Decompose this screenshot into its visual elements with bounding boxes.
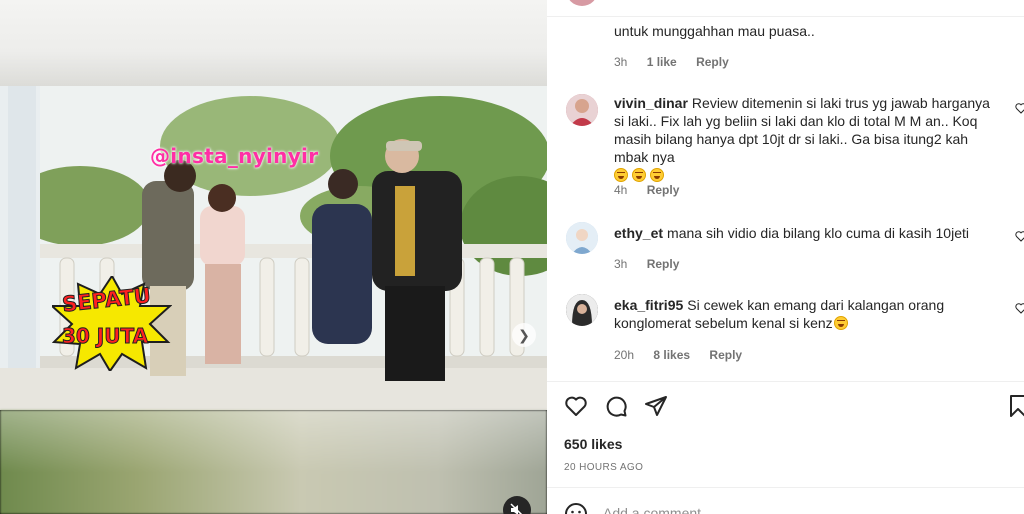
comment-username[interactable]: ethy_et: [614, 225, 663, 241]
chevron-right-icon: ❯: [518, 326, 530, 343]
comment-time: 4h: [614, 183, 628, 197]
comment-meta: 3h 1 like Reply: [614, 55, 745, 69]
comment-text: mana sih vidio dia bilang klo cuma di ka…: [667, 225, 969, 241]
add-comment-input[interactable]: [603, 503, 983, 514]
comment-body: eka_fitri95 Si cewek kan emang dari kalan…: [614, 296, 990, 332]
blurred-background-top: [0, 0, 547, 86]
speaker-muted-icon: [510, 503, 523, 514]
avatar[interactable]: [566, 0, 598, 6]
comment-likes-link[interactable]: 8 likes: [653, 348, 690, 362]
comment-meta: 4h Reply: [614, 183, 695, 197]
sticker-badge: SEPATU 30 JUTA: [52, 276, 172, 371]
blurred-background-bottom: [0, 410, 547, 514]
comment-body: ethy_et mana sih vidio dia bilang klo cum…: [614, 224, 990, 242]
comment-bubble-icon[interactable]: [604, 394, 628, 418]
smiley-icon[interactable]: [564, 502, 588, 514]
post-timestamp[interactable]: 20 HOURS AGO: [564, 462, 643, 473]
reply-button[interactable]: Reply: [647, 257, 680, 271]
video-frame[interactable]: @insta_nyinyir SEPATU 30 JUTA ❯: [0, 86, 547, 410]
bookmark-icon[interactable]: [1006, 394, 1024, 418]
divider: [547, 487, 1024, 488]
avatar[interactable]: [566, 222, 598, 254]
comment-username[interactable]: eka_fitri95: [614, 297, 683, 313]
comment-username[interactable]: vivin_dinar: [614, 95, 688, 111]
like-comment-heart-icon[interactable]: [1015, 302, 1024, 314]
badge-line-2: 30 JUTA: [61, 324, 149, 349]
comment-body: vivin_dinar Review ditemenin si laki trus…: [614, 94, 990, 184]
comment-text: untuk munggahhan mau puasa..: [614, 23, 815, 39]
reply-button[interactable]: Reply: [709, 348, 742, 362]
comments-panel: untuk munggahhan mau puasa.. 3h 1 like R…: [547, 0, 1024, 514]
comment-time: 20h: [614, 348, 635, 362]
laughing-emoji-icon: [650, 168, 664, 182]
avatar-image: [566, 222, 598, 254]
divider: [547, 381, 1024, 382]
comment-meta: 20h 8 likes Reply: [614, 348, 758, 362]
avatar-image: [566, 94, 598, 126]
laughing-emoji-icon: [614, 168, 628, 182]
comment-time: 3h: [614, 55, 628, 69]
avatar-image: [566, 294, 598, 326]
send-paper-plane-icon[interactable]: [644, 394, 668, 418]
watermark-text: @insta_nyinyir: [150, 144, 319, 168]
avatar[interactable]: [566, 294, 598, 326]
post-media[interactable]: @insta_nyinyir SEPATU 30 JUTA ❯: [0, 0, 547, 514]
comment-likes-link[interactable]: 1 like: [647, 55, 677, 69]
post-like-count[interactable]: 650 likes: [564, 436, 622, 452]
like-comment-heart-icon[interactable]: [1015, 102, 1024, 114]
comment-time: 3h: [614, 257, 628, 271]
like-comment-heart-icon[interactable]: [1015, 230, 1024, 242]
next-media-button[interactable]: ❯: [512, 323, 536, 347]
heart-icon[interactable]: [564, 394, 588, 418]
reply-button[interactable]: Reply: [696, 55, 729, 69]
divider: [547, 16, 1024, 17]
reply-button[interactable]: Reply: [647, 183, 680, 197]
avatar[interactable]: [566, 94, 598, 126]
laughing-emoji-icon: [833, 316, 848, 330]
laughing-emoji-icon: [632, 168, 646, 182]
comment-meta: 3h Reply: [614, 257, 695, 271]
